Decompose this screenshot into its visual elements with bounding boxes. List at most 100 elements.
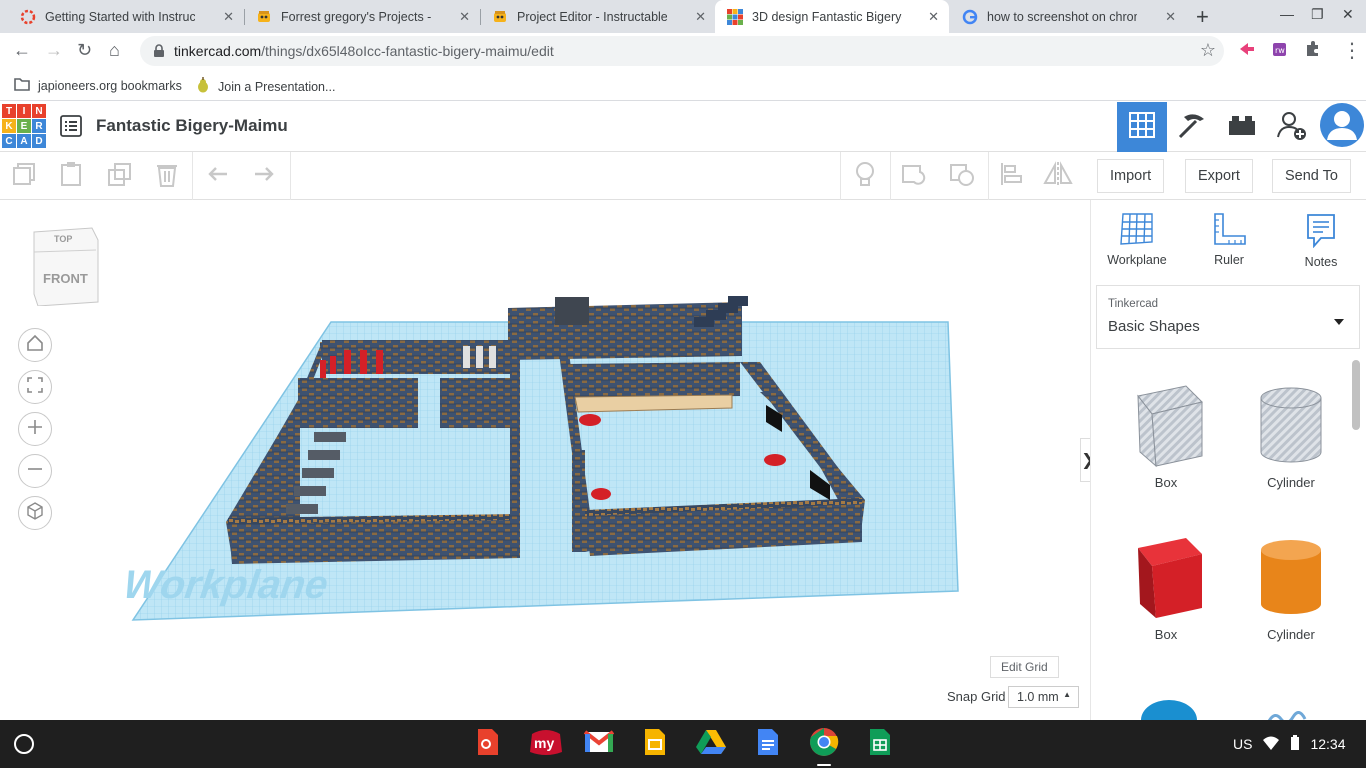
duplicate-button[interactable] [104,160,136,192]
close-tab-icon[interactable]: ✕ [695,9,706,25]
user-avatar [1319,102,1365,153]
tab-project-editor[interactable]: Project Editor - Instructables ✕ [480,0,716,33]
show-all-button[interactable] [849,160,881,192]
align-button[interactable] [995,160,1027,192]
address-bar[interactable]: tinkercad.com/things/dx65l48oIcc-fantast… [140,36,1224,66]
bookmark-join-presentation[interactable]: Join a Presentation... [196,77,335,96]
viewcube-front-label: FRONT [43,271,88,286]
logo-letter: D [32,134,46,148]
collapse-panel-button[interactable]: ❯ [1080,438,1090,482]
docs-app[interactable] [753,728,783,759]
cylinder-solid-icon [1261,540,1321,614]
shape-library-select[interactable]: Tinkercad Basic Shapes [1096,285,1360,349]
shape-label: Box [1154,627,1178,642]
keyboard-locale: US [1233,736,1253,752]
status-tray[interactable]: US 12:34 [1233,730,1357,758]
new-tab-button[interactable]: + [1196,4,1209,30]
fit-view-button[interactable] [18,370,52,404]
shape-cylinder-solid[interactable]: Cylinder [1241,534,1341,642]
project-title[interactable]: Fantastic Bigery-Maimu [96,116,288,136]
box-hole-icon [1137,385,1203,468]
browser-tab-strip: Getting Started with Instructables ✕ For… [0,0,1366,33]
reload-icon[interactable]: ↻ [77,40,92,61]
tab-forrest-projects[interactable]: Forrest gregory's Projects - Instructabl… [244,0,480,33]
slides-app[interactable] [640,728,670,761]
my-app[interactable]: my [529,729,563,759]
extensions-puzzle-icon[interactable] [1303,40,1321,58]
minimize-icon[interactable]: — [1280,6,1294,22]
tab-title: how to screenshot on chromebook - Google… [987,9,1137,24]
tab-tinkercad-design[interactable]: 3D design Fantastic Bigery-Maimu | Tinke… [715,0,949,33]
mirror-button[interactable] [1042,160,1074,192]
perspective-toggle-button[interactable] [18,496,52,530]
tinkercad-logo[interactable]: T I N K E R C A D [2,104,46,150]
cylinder-hole-icon [1260,387,1322,463]
undo-button[interactable] [202,160,234,192]
extension-arrow-icon[interactable] [1238,40,1256,58]
clock: 12:34 [1310,736,1346,752]
shape-box-solid[interactable]: Box [1116,534,1216,642]
invite-user-button[interactable] [1267,102,1317,152]
tab-title: 3D design Fantastic Bigery-Maimu | Tinke… [752,9,902,24]
bookmark-label: japioneers.org bookmarks [38,78,182,93]
workplane-scene[interactable]: Workplane [0,200,1090,720]
paste-button[interactable] [55,160,87,192]
pdf-app[interactable] [473,728,503,759]
align-icon [998,161,1024,192]
gmail-app[interactable] [583,729,615,759]
shape-sphere-partial[interactable] [1141,700,1197,720]
minus-icon [26,460,44,483]
ungroup-button[interactable] [946,160,978,192]
user-avatar-button[interactable] [1317,102,1366,152]
3d-viewport[interactable]: Workplane TOP FRONT Edit Grid Snap Grid … [0,200,1090,720]
home-view-button[interactable] [18,328,52,362]
lock-icon[interactable] [153,44,165,63]
workplane-tool[interactable]: Workplane [1097,212,1177,267]
sheets-app[interactable] [865,728,895,759]
shape-scribble-partial[interactable] [1267,710,1307,720]
bookmark-japioneers[interactable]: japioneers.org bookmarks [14,77,182,94]
shape-cylinder-hole[interactable]: Cylinder [1241,382,1341,490]
extension-puzzle-purple-icon[interactable]: rw [1271,40,1289,58]
home-icon[interactable]: ⌂ [109,40,120,61]
close-tab-icon[interactable]: ✕ [928,9,939,25]
browser-menu-icon[interactable]: ⋮ [1342,38,1362,63]
zoom-in-button[interactable] [18,412,52,446]
send-to-button[interactable]: Send To [1272,159,1351,193]
close-tab-icon[interactable]: ✕ [223,9,234,25]
import-button[interactable]: Import [1097,159,1165,193]
grid-view-button[interactable] [1117,102,1167,152]
redo-button[interactable] [248,160,280,192]
delete-button[interactable] [151,160,183,192]
ruler-tool[interactable]: Ruler [1189,212,1269,267]
copy-button[interactable] [8,160,40,192]
design-list-icon[interactable] [60,115,82,142]
back-icon[interactable]: ← [13,40,31,61]
tab-instructables-getting-started[interactable]: Getting Started with Instructables ✕ [8,0,244,33]
zoom-out-button[interactable] [18,454,52,488]
group-button[interactable] [898,160,930,192]
notes-tool[interactable]: Notes [1281,212,1361,269]
shape-box-hole[interactable]: Box [1116,382,1216,490]
view-cube[interactable]: TOP FRONT [30,224,102,311]
bookmark-star-icon[interactable]: ☆ [1200,40,1216,61]
panel-scrollbar[interactable] [1352,360,1360,430]
url-text: tinkercad.com/things/dx65l48oIcc-fantast… [174,43,554,59]
close-tab-icon[interactable]: ✕ [459,9,470,25]
snap-grid-select[interactable]: 1.0 mm ▲ [1008,686,1079,708]
tab-google-search[interactable]: how to screenshot on chromebook - Google… [950,0,1186,33]
edit-grid-button[interactable]: Edit Grid [990,656,1059,678]
forward-icon[interactable]: → [45,40,63,61]
slides-icon [644,728,666,761]
close-tab-icon[interactable]: ✕ [1165,9,1176,25]
blocks-mode-button[interactable] [1167,102,1217,152]
drive-app[interactable] [696,729,726,759]
close-window-icon[interactable]: ✕ [1342,6,1354,23]
bricks-mode-button[interactable] [1217,102,1267,152]
logo-letter: R [32,119,46,133]
restore-icon[interactable]: ❐ [1311,6,1324,23]
dropdown-caret-icon [1333,313,1345,331]
chrome-app[interactable] [809,727,839,759]
export-button[interactable]: Export [1185,159,1253,193]
launcher-button[interactable] [14,734,34,754]
